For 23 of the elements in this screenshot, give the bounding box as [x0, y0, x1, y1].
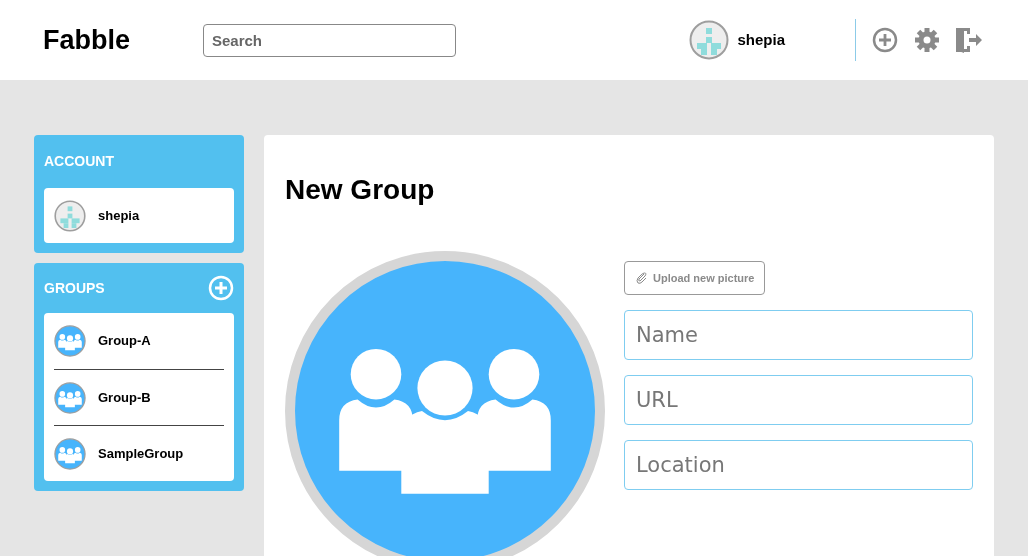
text-field[interactable]: Location — [624, 440, 973, 490]
user-avatar-icon — [689, 20, 730, 60]
page-title: New Group — [285, 173, 436, 207]
logo[interactable]: Fabble — [43, 19, 203, 61]
add-icon[interactable] — [872, 27, 898, 53]
search-field[interactable]: Search — [203, 23, 456, 57]
text-field[interactable]: Name — [624, 310, 973, 360]
user-avatar-icon — [54, 199, 86, 232]
group-item[interactable]: SampleGroup — [54, 425, 224, 481]
panel-title: ACCOUNT — [44, 152, 115, 171]
group-icon — [54, 381, 86, 414]
user-name[interactable]: shepia — [737, 28, 785, 52]
group-icon — [54, 437, 86, 470]
group-item[interactable]: Group-A — [54, 313, 224, 369]
text-field[interactable]: URL — [624, 375, 973, 425]
add-group-icon[interactable] — [208, 275, 234, 301]
group-icon — [54, 325, 86, 357]
account-item[interactable]: shepia — [44, 188, 234, 243]
paperclip-icon — [635, 271, 649, 285]
panel-title: GROUPS — [44, 278, 105, 298]
settings-icon[interactable] — [914, 27, 940, 53]
door-exit-icon[interactable] — [954, 26, 984, 54]
group-item[interactable]: Group-B — [54, 369, 224, 425]
